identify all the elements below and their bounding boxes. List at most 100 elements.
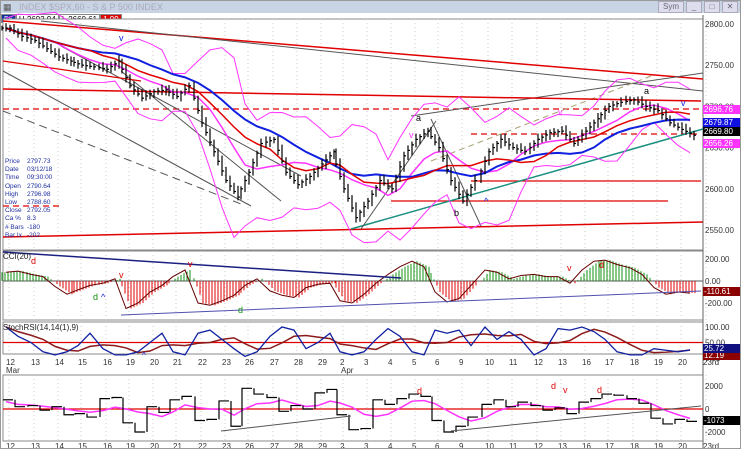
date-tick: 22	[198, 358, 207, 367]
cci-axis-label: 200.00	[705, 255, 730, 264]
info-box: Price 2797.73 Date 03/12/18 Time 09:30:00 Open…	[5, 158, 52, 240]
cci-axis-label: -200.00	[705, 299, 733, 308]
date-tick: 20	[150, 358, 159, 367]
info-key: Close	[5, 207, 22, 215]
date-tick: 26	[245, 358, 254, 367]
date-tick: 16	[582, 442, 591, 449]
date-tick: 13	[558, 442, 567, 449]
osc-annotation-d: d	[597, 385, 602, 395]
annotation-a: a	[644, 86, 649, 96]
date-tick: 23rd	[703, 442, 719, 449]
date-tick: 14	[55, 442, 64, 449]
annotation-v: v	[119, 33, 124, 43]
info-key: Open	[5, 182, 21, 190]
panel-frame	[2, 321, 704, 355]
stoch-value-tag: 25.72	[703, 344, 740, 353]
info-key: Bar Ix	[5, 231, 22, 239]
info-key: # Bars	[5, 223, 24, 231]
cci-annotation-d: d	[599, 260, 604, 270]
info-key: Time	[5, 174, 20, 182]
date-tick: 5	[412, 358, 417, 367]
annotation-v: v	[681, 98, 686, 108]
info-row: Close 2792.05	[5, 207, 52, 215]
info-key: Price	[5, 158, 20, 165]
info-value: 2796.98	[27, 190, 51, 198]
price-tag: 2656.26	[703, 139, 740, 148]
osc-axis-label: -2000	[705, 428, 726, 437]
date-tick: 22	[198, 442, 207, 449]
date-tick: 19	[654, 358, 663, 367]
price-axis-label: 2750.00	[705, 61, 734, 70]
date-tick: 6	[435, 358, 440, 367]
date-tick: 13	[31, 358, 40, 367]
info-row: Price 2797.73	[5, 158, 52, 166]
info-value: 2790.64	[27, 182, 51, 190]
date-tick: 13	[31, 442, 40, 449]
date-tick: 23	[222, 442, 231, 449]
cci-axis-label: 0.00	[705, 277, 721, 286]
date-tick: 6	[435, 442, 440, 449]
date-tick: 18	[630, 442, 639, 449]
date-tick: 12	[534, 442, 543, 449]
cci-annotation-v: v	[119, 270, 124, 280]
date-tick: 20	[678, 442, 687, 449]
info-value: 2792.05	[27, 207, 51, 215]
osc-annotation-v: v	[563, 385, 568, 395]
month-label: Apr	[341, 366, 354, 375]
info-key: High	[5, 190, 19, 198]
date-tick: 16	[582, 358, 591, 367]
info-row: Date 03/12/18	[5, 166, 52, 174]
date-tick: 17	[605, 358, 614, 367]
stoch-annotation: ^	[142, 351, 146, 360]
date-tick: 21	[173, 442, 182, 449]
date-tick: 28	[294, 358, 303, 367]
date-tick: 15	[78, 358, 87, 367]
date-tick: 23	[222, 358, 231, 367]
date-tick: 9	[459, 442, 464, 449]
date-tick: 20	[678, 358, 687, 367]
panel-frame	[2, 250, 704, 321]
date-tick: 16	[103, 358, 112, 367]
date-tick: 11	[509, 358, 518, 367]
annotation-v: v	[409, 130, 414, 140]
info-value: -180	[27, 223, 41, 231]
info-key: Ca %	[5, 215, 21, 223]
cci-annotation-v: v	[188, 259, 193, 269]
info-value: 03/12/18	[27, 166, 53, 174]
info-row: High 2796.98	[5, 191, 52, 199]
info-key: Low	[5, 199, 17, 207]
cci-annotation-d: d	[31, 256, 36, 266]
date-tick: 14	[55, 358, 64, 367]
month-label: Mar	[6, 366, 20, 375]
date-tick: 9	[459, 358, 464, 367]
date-tick: 19	[126, 358, 135, 367]
date-tick: 21	[173, 358, 182, 367]
osc-axis-label: 2000	[705, 382, 723, 391]
osc-value-tag: -1073	[703, 416, 740, 425]
date-tick: 26	[245, 442, 254, 449]
cci-annotation-v: v	[567, 263, 572, 273]
info-row: Open 2790.64	[5, 183, 52, 191]
price-tag: 2669.80	[703, 127, 740, 136]
info-row: Time 09:30:00	[5, 174, 52, 182]
price-axis-label: 2600.00	[705, 185, 734, 194]
date-tick: 12	[6, 442, 15, 449]
date-tick: 19	[126, 442, 135, 449]
price-axis-label: 2800.00	[705, 20, 734, 29]
date-tick: 20	[150, 442, 159, 449]
cci-annotation-d: d	[93, 292, 98, 302]
price-tag: 2696.76	[703, 105, 740, 114]
date-tick: 3	[364, 358, 369, 367]
stoch-label: StochRSI(14,14(1),9)	[3, 323, 79, 332]
info-row: Bar Ix -202	[5, 232, 52, 240]
annotation-v: v	[558, 107, 563, 117]
price-chart[interactable]: 12 13 14 15 16 19 20 21 22 23 26 27 28 29 2 3 4 5 6 9 10 11 12…	[1, 1, 741, 449]
date-tick: 5	[412, 442, 417, 449]
osc-axis-label: 0	[705, 405, 710, 414]
date-tick: 18	[630, 358, 639, 367]
date-tick: 13	[558, 358, 567, 367]
info-value: -202	[27, 231, 41, 239]
stoch-axis-label: 100.00	[705, 323, 730, 332]
date-tick: 12	[534, 358, 543, 367]
info-row: Ca % 8.3	[5, 215, 52, 223]
